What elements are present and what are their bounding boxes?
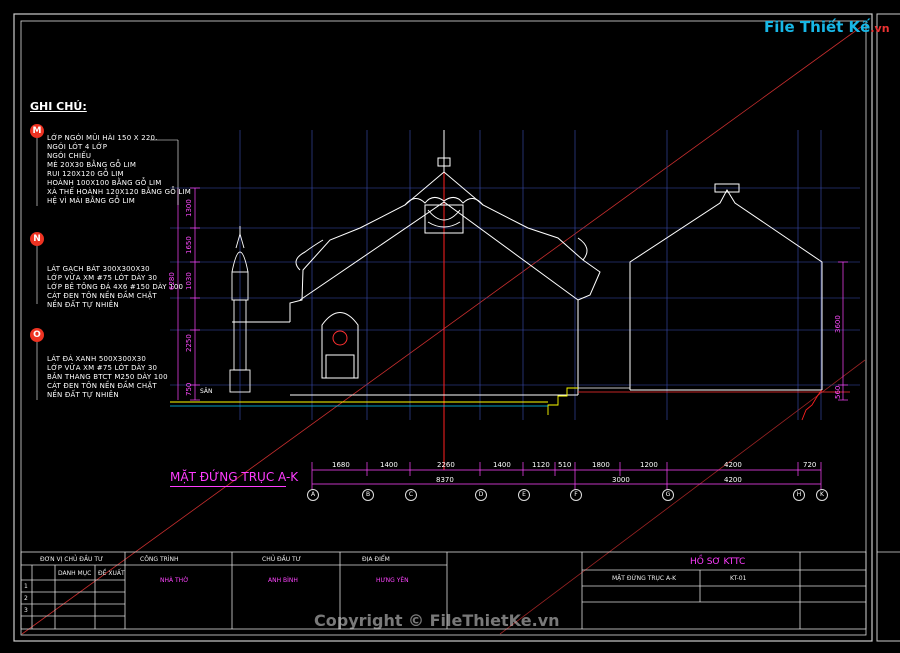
vdim-left-total: 6280 <box>168 272 176 290</box>
tb-row-1: 1 <box>24 583 28 590</box>
vdim-left-3: 1030 <box>185 272 193 290</box>
drawing-title-underline <box>170 486 286 487</box>
vdim-right-1: 3600 <box>834 315 842 333</box>
tb-col2-head: CÔNG TRÌNH <box>140 556 179 563</box>
axis-f: F <box>570 489 582 501</box>
tb-col1-sub-2: ĐỀ XUẤT <box>98 570 125 577</box>
tb-row-2: 2 <box>24 595 28 602</box>
axis-e: E <box>518 489 530 501</box>
vdim-left-1: 1300 <box>185 199 193 217</box>
tb-col1-sub-1: DANH MỤC <box>58 570 92 577</box>
tb-col4-head: ĐỊA ĐIỂM <box>362 556 390 563</box>
tb-sheet-code: KT-01 <box>730 575 747 582</box>
tb-row-3: 3 <box>24 607 28 614</box>
axis-a: A <box>307 489 319 501</box>
hdim-8: 1200 <box>640 461 658 469</box>
tb-col1-head: ĐƠN VỊ CHỦ ĐẦU TƯ <box>40 556 104 563</box>
copyright-watermark: Copyright © FileThietKe.vn <box>314 611 560 630</box>
tb-sheet-name: MẶT ĐỨNG TRỤC A-K <box>612 575 677 582</box>
vdim-left-4: 2250 <box>185 334 193 352</box>
note-leader-lines <box>36 138 179 400</box>
hdim-total: 8370 <box>436 476 454 484</box>
axis-c: C <box>405 489 417 501</box>
hdim-sub-2: 4200 <box>724 476 742 484</box>
tb-col3-head: CHỦ ĐẦU TƯ <box>262 556 301 563</box>
hdim-4: 1400 <box>493 461 511 469</box>
axis-h: H <box>793 489 805 501</box>
hdim-6: 510 <box>558 461 572 469</box>
tb-col3-value: ANH BÌNH <box>268 577 298 584</box>
axis-b: B <box>362 489 374 501</box>
hdim-9: 4200 <box>724 461 742 469</box>
vdim-left-5: 750 <box>185 382 193 396</box>
drawing-title: MẶT ĐỨNG TRỤC A-K <box>170 470 299 484</box>
tb-col4-value: HƯNG YÊN <box>376 577 409 584</box>
hdim-7: 1800 <box>592 461 610 469</box>
hdim-1: 1680 <box>332 461 350 469</box>
ground-label: SÂN <box>200 388 213 395</box>
tb-project: HỒ SƠ KTTC <box>690 557 746 567</box>
hdim-3: 2260 <box>437 461 455 469</box>
tb-col2-value: NHÀ THỜ <box>160 577 189 584</box>
hdim-sub-1: 3000 <box>612 476 630 484</box>
hdim-2: 1400 <box>380 461 398 469</box>
axis-k: K <box>816 489 828 501</box>
hdim-5: 1120 <box>532 461 550 469</box>
axis-g: G <box>662 489 674 501</box>
axis-d: D <box>475 489 487 501</box>
hdim-10: 720 <box>803 461 817 469</box>
vdim-left-2: 1650 <box>185 236 193 254</box>
vdim-right-2: 560 <box>834 385 842 399</box>
